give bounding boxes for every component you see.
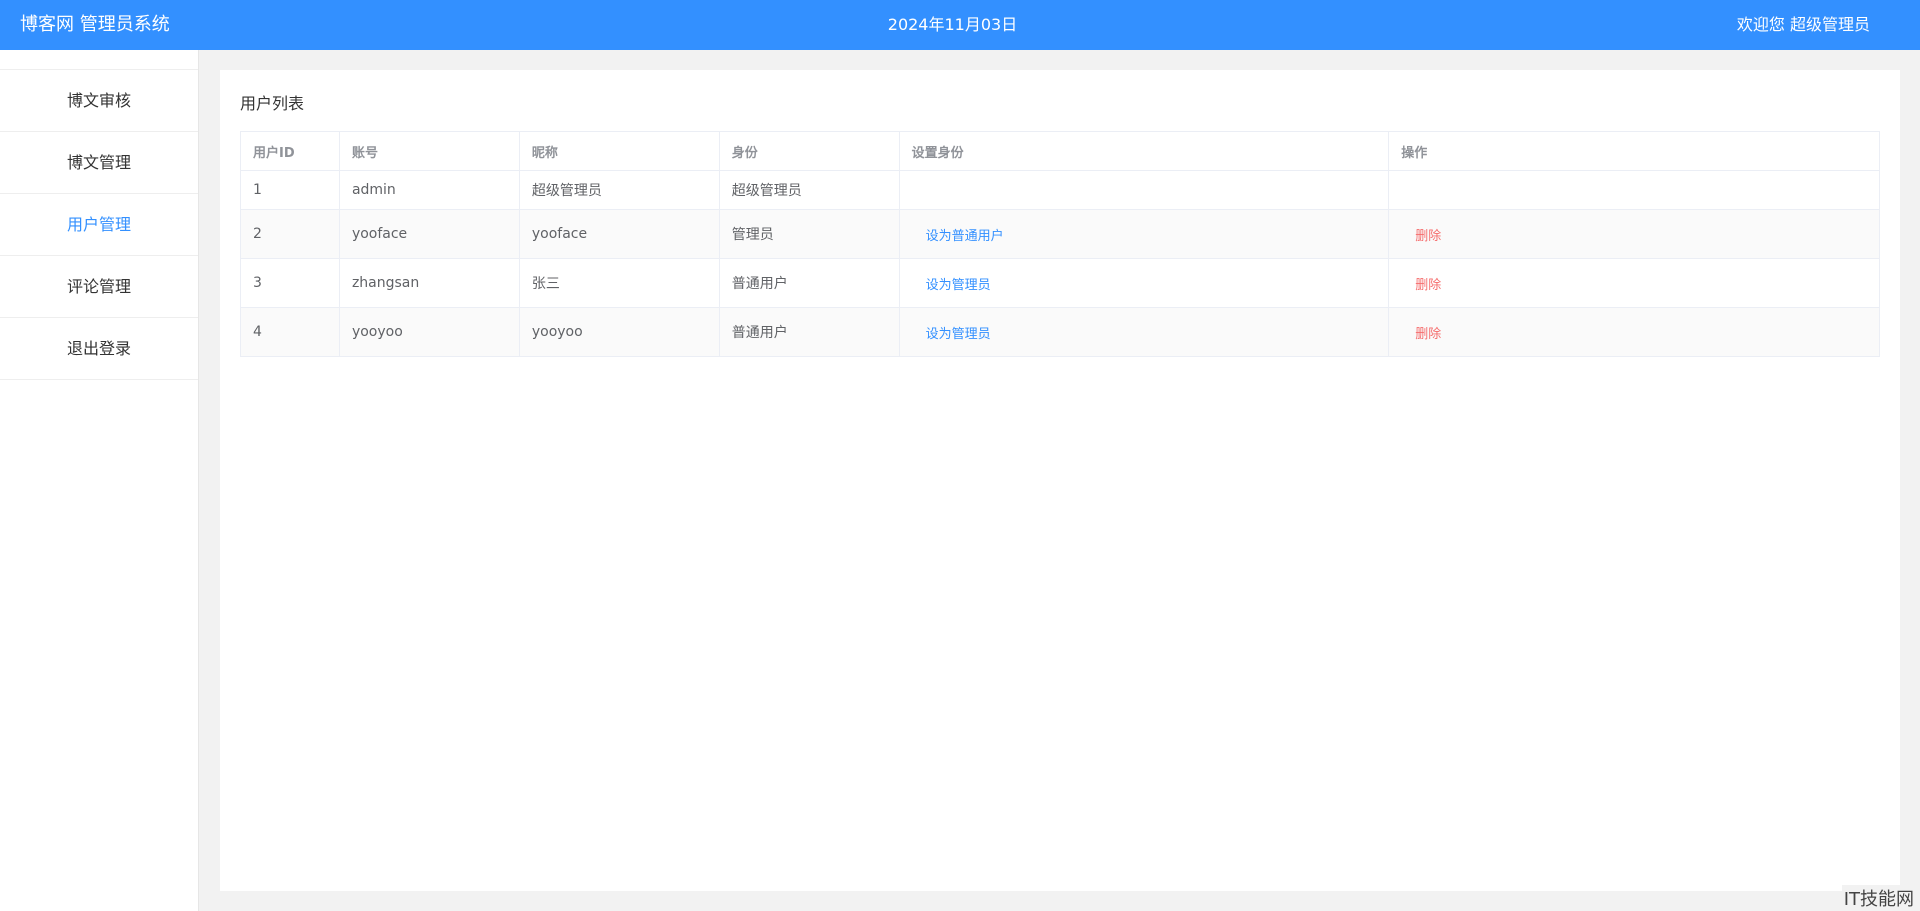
column-header-id: 用户ID [240,131,340,171]
column-header-account: 账号 [338,131,520,171]
cell-set-role: 设为管理员 [898,307,1390,357]
user-table: 用户ID 账号 昵称 身份 设置身份 操作 1 admin 超级管理员 超级管理… [240,131,1880,357]
cell-role: 普通用户 [718,307,900,357]
column-header-set-role: 设置身份 [898,131,1390,171]
sidebar: 博文审核 博文管理 用户管理 评论管理 退出登录 [0,50,199,911]
cell-nickname: 超级管理员 [518,170,720,210]
cell-actions: 删除 [1388,209,1880,259]
cell-actions [1388,170,1880,210]
cell-id: 1 [240,170,340,210]
column-header-role: 身份 [718,131,900,171]
sidebar-item-logout[interactable]: 退出登录 [0,318,198,380]
column-header-actions: 操作 [1388,131,1880,171]
sidebar-menu: 博文审核 博文管理 用户管理 评论管理 退出登录 [0,69,198,380]
watermark: IT技能网 [1841,885,1916,911]
set-admin-link[interactable]: 设为管理员 [912,327,991,342]
cell-set-role [898,170,1390,210]
cell-actions: 删除 [1388,307,1880,357]
top-bar: 博客网 管理员系统 2024年11月03日 欢迎您 超级管理员 [0,0,1920,50]
cell-account: yooface [338,209,520,259]
cell-set-role: 设为管理员 [898,258,1390,308]
cell-account: yooyoo [338,307,520,357]
table-row: 1 admin 超级管理员 超级管理员 [240,170,1880,210]
cell-account: admin [338,170,520,210]
sidebar-item-post-management[interactable]: 博文管理 [0,132,198,194]
sidebar-item-user-management[interactable]: 用户管理 [0,194,198,256]
cell-nickname: yooface [518,209,720,259]
cell-set-role: 设为普通用户 [898,209,1390,259]
sidebar-item-post-review[interactable]: 博文审核 [0,70,198,132]
set-regular-user-link[interactable]: 设为普通用户 [912,229,1004,244]
cell-id: 3 [240,258,340,308]
cell-role: 管理员 [718,209,900,259]
delete-link[interactable]: 删除 [1401,229,1441,244]
set-admin-link[interactable]: 设为管理员 [912,278,991,293]
cell-account: zhangsan [338,258,520,308]
sidebar-item-comment-management[interactable]: 评论管理 [0,256,198,318]
cell-role: 普通用户 [718,258,900,308]
cell-id: 4 [240,307,340,357]
page-title: 用户列表 [240,94,305,113]
cell-role: 超级管理员 [718,170,900,210]
cell-nickname: yooyoo [518,307,720,357]
cell-id: 2 [240,209,340,259]
main-panel: 用户列表 用户ID 账号 昵称 身份 设置身份 操作 1 admin 超级管理员… [220,70,1900,891]
welcome-user[interactable]: 欢迎您 超级管理员 [1737,0,1870,50]
cell-nickname: 张三 [518,258,720,308]
cell-actions: 删除 [1388,258,1880,308]
table-row: 3 zhangsan 张三 普通用户 设为管理员 删除 [240,258,1880,308]
table-header-row: 用户ID 账号 昵称 身份 设置身份 操作 [240,131,1880,171]
delete-link[interactable]: 删除 [1401,327,1441,342]
table-row: 4 yooyoo yooyoo 普通用户 设为管理员 删除 [240,307,1880,357]
current-date: 2024年11月03日 [887,15,1018,34]
delete-link[interactable]: 删除 [1401,278,1441,293]
column-header-nickname: 昵称 [518,131,720,171]
table-row: 2 yooface yooface 管理员 设为普通用户 删除 [240,209,1880,259]
